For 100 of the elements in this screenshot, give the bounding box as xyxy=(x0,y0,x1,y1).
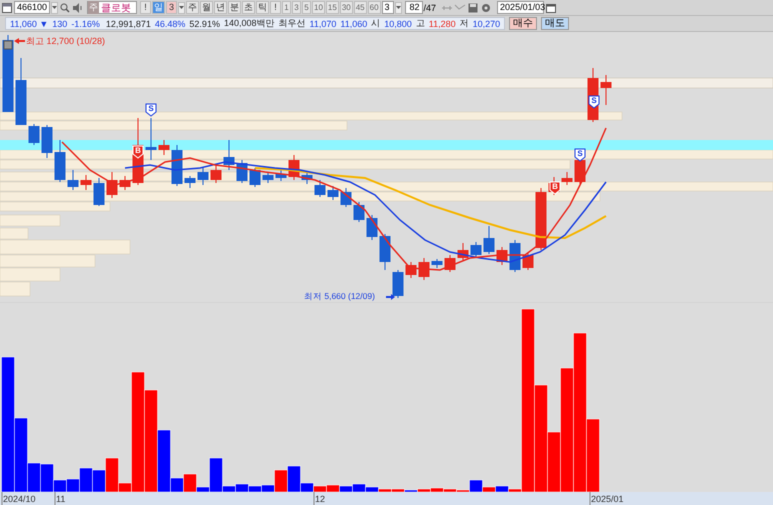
axis-label: 2025/01 xyxy=(591,494,624,504)
trade-volume: 12,991,871 xyxy=(106,18,151,28)
candlestick xyxy=(262,172,274,184)
bid-price: 11,060 xyxy=(340,18,368,28)
candlestick xyxy=(184,176,196,188)
interval-button[interactable]: 60 xyxy=(368,1,381,14)
low-price: 10,270 xyxy=(472,18,500,28)
candlestick xyxy=(106,172,118,198)
candlestick xyxy=(314,180,326,198)
stock-name-field[interactable]: 주 클로봇 xyxy=(87,1,137,14)
candlestick xyxy=(328,186,338,200)
candlestick xyxy=(120,176,130,190)
candlestick xyxy=(496,246,508,266)
period-tab[interactable]: 틱 xyxy=(256,1,269,14)
candlestick xyxy=(16,58,26,126)
market-tag: 주 xyxy=(88,1,99,14)
high-price-note: 최고 12,700 (10/28) xyxy=(26,36,106,46)
date-field[interactable]: 2025/01/03 xyxy=(497,1,544,14)
candlestick xyxy=(510,240,520,272)
high-label: 고 xyxy=(416,17,425,30)
count-field[interactable]: 82 xyxy=(404,1,423,14)
change-rate: -1.16% xyxy=(71,18,100,28)
candlestick xyxy=(172,144,182,186)
high-price: 11,280 xyxy=(428,18,456,28)
dropdown-caret-icon[interactable] xyxy=(394,2,402,14)
period-tab[interactable]: 초 xyxy=(242,1,255,14)
axis-label: 11 xyxy=(56,494,66,504)
interval-button[interactable]: 15 xyxy=(326,1,339,14)
low-label: 저 xyxy=(460,17,469,30)
candlestick xyxy=(366,214,378,240)
period-tab[interactable]: 월 xyxy=(200,1,213,14)
volume-ratio: 52.91% xyxy=(189,18,220,28)
buy-button[interactable]: 매수 xyxy=(509,17,537,30)
candlestick xyxy=(432,258,442,268)
total-count: /47 xyxy=(424,2,436,12)
interval-button[interactable]: 1 xyxy=(282,1,291,14)
candlestick xyxy=(340,188,352,208)
alert-button[interactable]: ! xyxy=(140,1,151,14)
period-tab[interactable]: 주 xyxy=(186,1,199,14)
candlestick xyxy=(276,170,286,182)
candlestick xyxy=(444,254,456,272)
trade-amount: 140,008백만 xyxy=(224,17,274,30)
candlestick xyxy=(406,262,416,278)
stock-code-field[interactable]: 466100 xyxy=(14,1,50,14)
speaker-icon[interactable] xyxy=(72,2,84,14)
candlestick xyxy=(470,242,482,258)
period-tab[interactable]: 3 xyxy=(166,1,177,14)
alert-button[interactable]: ! xyxy=(270,1,281,14)
candlestick xyxy=(68,170,78,190)
volume-ratio: 46.48% xyxy=(154,18,186,28)
interval-field[interactable]: 3 xyxy=(382,1,394,14)
left-arrow-icon xyxy=(14,38,25,44)
current-price: 11,060 ▼ xyxy=(10,18,48,28)
candlestick xyxy=(354,202,364,222)
interval-button[interactable]: 3 xyxy=(292,1,301,14)
dropdown-caret-icon[interactable] xyxy=(51,2,58,14)
sell-button[interactable]: 매도 xyxy=(541,17,569,30)
candlestick xyxy=(522,252,534,270)
low-price-note: 최저 5,660 (12/09) xyxy=(304,291,375,301)
stock-name: 클로봇 xyxy=(100,2,131,14)
settings-icon[interactable] xyxy=(480,2,492,14)
candlestick xyxy=(210,164,222,184)
candlestick xyxy=(158,140,170,156)
calendar-icon[interactable] xyxy=(545,2,558,14)
save-icon[interactable] xyxy=(467,2,480,14)
interval-button[interactable]: 30 xyxy=(340,1,353,14)
candlestick xyxy=(250,168,260,188)
candlestick xyxy=(392,270,404,298)
candlestick xyxy=(458,242,468,260)
candlestick xyxy=(288,154,300,180)
candlestick xyxy=(484,226,494,254)
candlestick xyxy=(600,74,612,106)
right-arrow-icon xyxy=(386,294,395,300)
interval-button[interactable]: 5 xyxy=(302,1,311,14)
period-tab[interactable]: 분 xyxy=(228,1,241,14)
search-icon[interactable] xyxy=(59,2,71,14)
candlestick xyxy=(562,172,572,186)
candlestick xyxy=(536,188,546,250)
period-tab[interactable]: 년 xyxy=(214,1,227,14)
candlestick xyxy=(54,140,66,182)
candlestick xyxy=(28,124,40,146)
ask-price: 11,070 xyxy=(310,18,336,28)
candlestick xyxy=(94,178,104,206)
window-icon[interactable] xyxy=(1,2,13,14)
dropdown-caret-icon[interactable] xyxy=(178,2,185,14)
candlestick xyxy=(380,234,390,270)
price-change: 130 xyxy=(52,18,68,28)
axis-label: 12 xyxy=(315,494,326,504)
volume-bar xyxy=(235,484,249,492)
interval-button[interactable]: 10 xyxy=(312,1,325,14)
best-quote-label: 최우선 xyxy=(278,17,306,30)
panel-handle-icon[interactable] xyxy=(4,40,12,50)
open-label: 시 xyxy=(371,17,380,30)
candlestick xyxy=(198,168,208,186)
candlestick xyxy=(146,118,156,160)
candlestick xyxy=(302,172,312,184)
interval-button[interactable]: 45 xyxy=(354,1,367,14)
candlestick xyxy=(418,258,430,280)
axis-label: 2024/10 xyxy=(3,494,36,504)
candlestick xyxy=(80,174,92,190)
